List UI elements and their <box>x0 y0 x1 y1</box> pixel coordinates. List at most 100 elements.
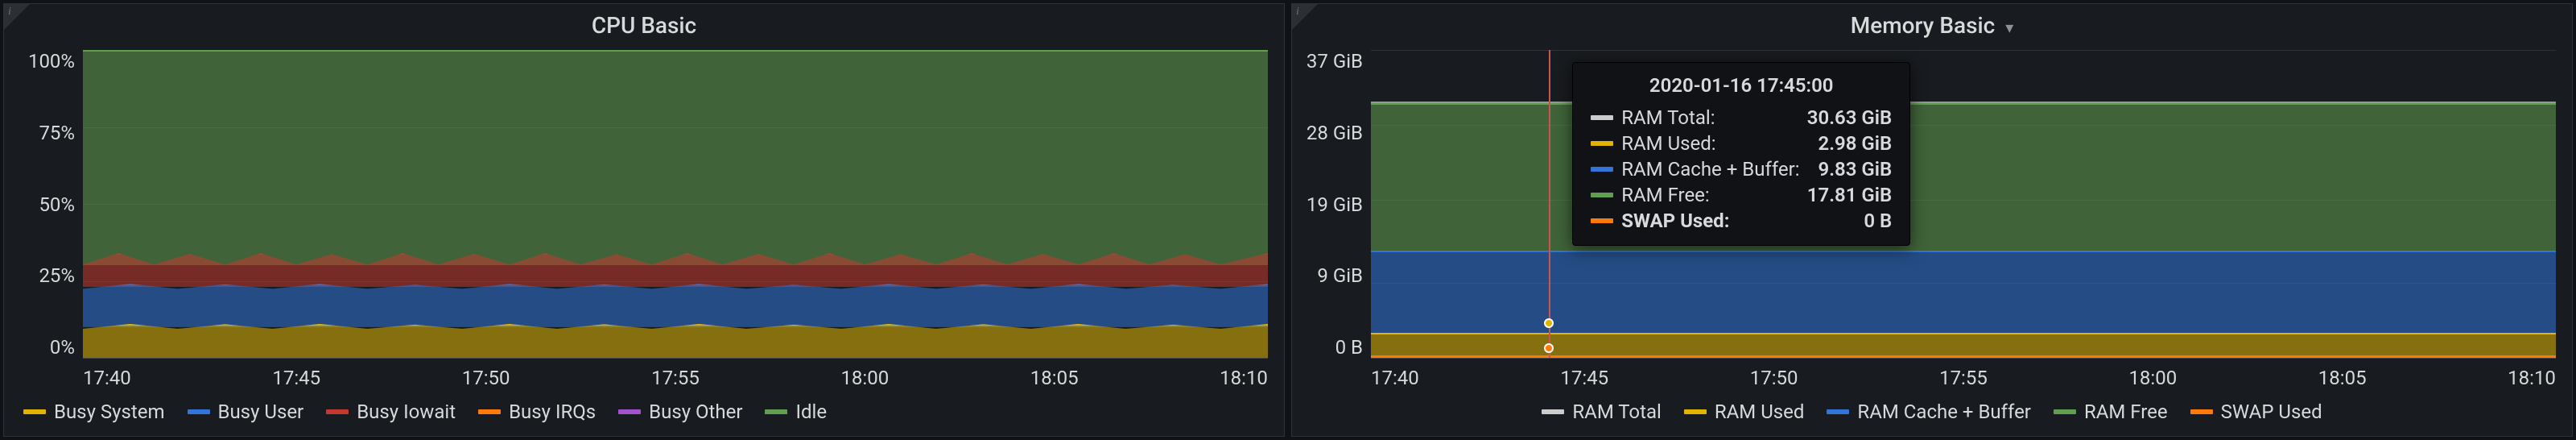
legend-label: RAM Cache + Buffer <box>1857 401 2031 423</box>
cpu-plot[interactable] <box>83 50 1268 359</box>
y-tick: 9 GiB <box>1317 264 1363 287</box>
x-tick: 18:10 <box>1220 367 1268 389</box>
legend-item-busy-user[interactable]: Busy User <box>188 401 304 423</box>
legend-item-ram-total[interactable]: RAM Total <box>1542 401 1661 423</box>
swatch-icon <box>765 409 787 414</box>
y-tick: 75% <box>39 122 75 144</box>
swatch-icon <box>478 409 501 414</box>
mem-chart-area[interactable]: 37 GiB 28 GiB 19 GiB 9 GiB 0 B <box>1292 44 2572 362</box>
legend-item-busy-system[interactable]: Busy System <box>23 401 165 423</box>
cpu-layer-user <box>83 284 1268 326</box>
x-tick: 17:55 <box>1939 367 1988 389</box>
legend-label: RAM Free <box>2084 401 2168 423</box>
cpu-chart-area[interactable]: 100% 75% 50% 25% 0% <box>4 44 1284 362</box>
tooltip-label: RAM Cache + Buffer: <box>1621 158 1810 181</box>
legend-label: Busy System <box>54 401 165 423</box>
swatch-icon <box>326 409 349 414</box>
chevron-down-icon: ▾ <box>2005 18 2013 37</box>
y-tick: 37 GiB <box>1307 50 1363 73</box>
cpu-x-axis: 17:40 17:45 17:50 17:55 18:00 18:05 18:1… <box>4 362 1284 392</box>
swatch-icon <box>1591 115 1613 120</box>
y-tick: 50% <box>39 193 75 216</box>
swatch-icon <box>1542 409 1564 414</box>
x-tick: 17:40 <box>83 367 131 389</box>
tooltip-value: 17.81 GiB <box>1807 184 1892 206</box>
tooltip-value: 0 B <box>1864 210 1892 232</box>
tooltip-value: 2.98 GiB <box>1818 132 1892 155</box>
x-tick: 18:05 <box>2318 367 2367 389</box>
cpu-layer-idle <box>83 50 1268 265</box>
tooltip-row-ram-cache: RAM Cache + Buffer: 9.83 GiB <box>1591 156 1892 182</box>
legend-label: Idle <box>795 401 827 423</box>
cpu-layer-system <box>83 324 1268 358</box>
panel-title-cpu[interactable]: CPU Basic <box>4 4 1284 44</box>
x-tick: 18:10 <box>2508 367 2556 389</box>
panel-title-text: CPU Basic <box>592 12 696 39</box>
tooltip-label: RAM Total: <box>1621 106 1799 129</box>
mem-y-axis: 37 GiB 28 GiB 19 GiB 9 GiB 0 B <box>1298 50 1371 359</box>
x-tick: 17:50 <box>462 367 510 389</box>
y-tick: 19 GiB <box>1307 193 1363 216</box>
y-tick: 100% <box>28 50 75 73</box>
swatch-icon <box>188 409 210 414</box>
legend-label: Busy User <box>218 401 304 423</box>
mem-plot[interactable]: 2020-01-16 17:45:00 RAM Total: 30.63 GiB… <box>1371 50 2556 359</box>
panel-title-memory[interactable]: Memory Basic ▾ <box>1292 4 2572 44</box>
tooltip-label: SWAP Used: <box>1621 210 1856 232</box>
panel-cpu-basic: CPU Basic 100% 75% 50% 25% 0% 17:40 17:4… <box>3 3 1285 437</box>
tooltip-value: 30.63 GiB <box>1807 106 1892 129</box>
x-tick: 17:50 <box>1750 367 1798 389</box>
y-tick: 25% <box>39 264 75 287</box>
x-tick: 17:40 <box>1371 367 1419 389</box>
y-tick: 0 B <box>1335 336 1363 359</box>
mem-x-axis: 17:40 17:45 17:50 17:55 18:00 18:05 18:1… <box>1292 362 2572 392</box>
cpu-y-axis: 100% 75% 50% 25% 0% <box>10 50 83 359</box>
x-tick: 18:05 <box>1030 367 1079 389</box>
tooltip-row-ram-total: RAM Total: 30.63 GiB <box>1591 105 1892 131</box>
panel-memory-basic: Memory Basic ▾ 37 GiB 28 GiB 19 GiB 9 Gi… <box>1291 3 2573 437</box>
legend-label: RAM Used <box>1715 401 1805 423</box>
swatch-icon <box>1827 409 1849 414</box>
tooltip-row-ram-free: RAM Free: 17.81 GiB <box>1591 182 1892 208</box>
legend-item-ram-used[interactable]: RAM Used <box>1684 401 1805 423</box>
hover-dot-swap <box>1544 343 1554 353</box>
swatch-icon <box>1591 193 1613 197</box>
legend-label: RAM Total <box>1572 401 1661 423</box>
tooltip-row-swap-used: SWAP Used: 0 B <box>1591 208 1892 234</box>
y-tick: 28 GiB <box>1307 122 1363 144</box>
y-tick: 0% <box>50 336 75 359</box>
tooltip-timestamp: 2020-01-16 17:45:00 <box>1591 74 1892 97</box>
tooltip-value: 9.83 GiB <box>1818 158 1892 181</box>
swatch-icon <box>1684 409 1707 414</box>
tooltip-label: RAM Free: <box>1621 184 1799 206</box>
legend-label: Busy Iowait <box>357 401 456 423</box>
x-tick: 18:00 <box>840 367 889 389</box>
panel-info-icon[interactable] <box>1292 4 1318 30</box>
swatch-icon <box>1591 141 1613 146</box>
panel-info-icon[interactable] <box>4 4 30 30</box>
swatch-icon <box>1591 218 1613 223</box>
legend-item-busy-other[interactable]: Busy Other <box>618 401 742 423</box>
swatch-icon <box>2190 409 2213 414</box>
legend-item-ram-cache[interactable]: RAM Cache + Buffer <box>1827 401 2031 423</box>
panel-title-text: Memory Basic <box>1851 12 1996 39</box>
hover-tooltip: 2020-01-16 17:45:00 RAM Total: 30.63 GiB… <box>1572 62 1910 246</box>
legend-item-idle[interactable]: Idle <box>765 401 827 423</box>
x-tick: 17:55 <box>651 367 700 389</box>
legend-label: Busy Other <box>649 401 742 423</box>
x-tick: 17:45 <box>272 367 320 389</box>
tooltip-row-ram-used: RAM Used: 2.98 GiB <box>1591 131 1892 156</box>
swatch-icon <box>618 409 641 414</box>
tooltip-label: RAM Used: <box>1621 132 1810 155</box>
legend-item-busy-iowait[interactable]: Busy Iowait <box>326 401 456 423</box>
legend-item-ram-free[interactable]: RAM Free <box>2054 401 2168 423</box>
legend-item-busy-irqs[interactable]: Busy IRQs <box>478 401 596 423</box>
legend-item-swap-used[interactable]: SWAP Used <box>2190 401 2322 423</box>
x-tick: 18:00 <box>2128 367 2177 389</box>
crosshair-line <box>1549 50 1550 358</box>
x-tick: 17:45 <box>1560 367 1608 389</box>
cpu-legend: Busy System Busy User Busy Iowait Busy I… <box>4 392 1284 436</box>
swatch-icon <box>23 409 46 414</box>
legend-label: Busy IRQs <box>509 401 596 423</box>
legend-label: SWAP Used <box>2221 401 2322 423</box>
